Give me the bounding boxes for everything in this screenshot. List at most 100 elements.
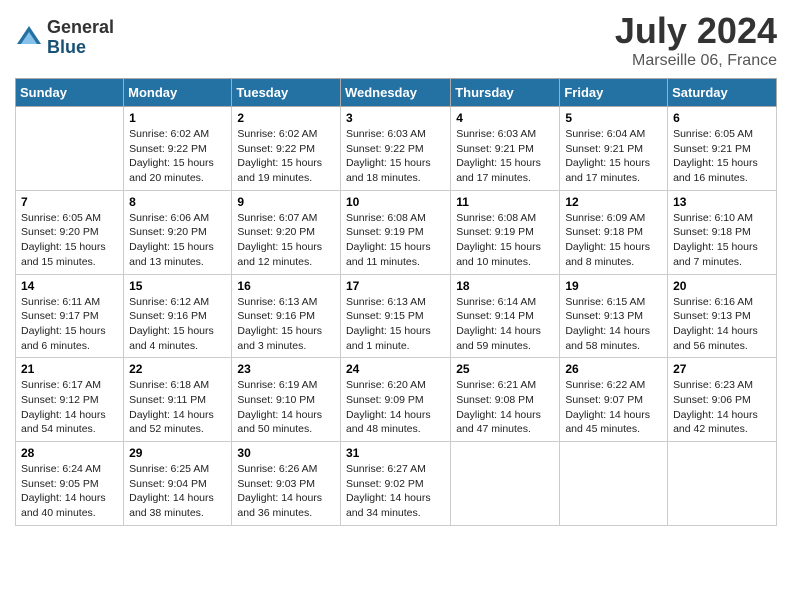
day-info: Sunrise: 6:04 AMSunset: 9:21 PMDaylight:… [565, 127, 662, 186]
day-number: 31 [346, 446, 445, 460]
day-info: Sunrise: 6:24 AMSunset: 9:05 PMDaylight:… [21, 462, 118, 521]
logo-text: General Blue [47, 18, 114, 58]
calendar-cell: 1 Sunrise: 6:02 AMSunset: 9:22 PMDaylight… [124, 107, 232, 191]
day-info: Sunrise: 6:20 AMSunset: 9:09 PMDaylight:… [346, 378, 445, 437]
calendar-cell: 16 Sunrise: 6:13 AMSunset: 9:16 PMDayligh… [232, 274, 341, 358]
calendar-cell: 7 Sunrise: 6:05 AMSunset: 9:20 PMDaylight… [16, 190, 124, 274]
day-number: 6 [673, 111, 771, 125]
day-info: Sunrise: 6:14 AMSunset: 9:14 PMDaylight:… [456, 295, 554, 354]
calendar-cell: 10 Sunrise: 6:08 AMSunset: 9:19 PMDayligh… [340, 190, 450, 274]
day-info: Sunrise: 6:03 AMSunset: 9:21 PMDaylight:… [456, 127, 554, 186]
header-day: Thursday [451, 79, 560, 107]
day-number: 2 [237, 111, 335, 125]
calendar: SundayMondayTuesdayWednesdayThursdayFrid… [15, 78, 777, 526]
day-info: Sunrise: 6:11 AMSunset: 9:17 PMDaylight:… [21, 295, 118, 354]
calendar-cell: 12 Sunrise: 6:09 AMSunset: 9:18 PMDayligh… [560, 190, 668, 274]
day-number: 26 [565, 362, 662, 376]
day-number: 15 [129, 279, 226, 293]
header-day: Sunday [16, 79, 124, 107]
day-info: Sunrise: 6:26 AMSunset: 9:03 PMDaylight:… [237, 462, 335, 521]
calendar-cell: 14 Sunrise: 6:11 AMSunset: 9:17 PMDayligh… [16, 274, 124, 358]
calendar-cell: 2 Sunrise: 6:02 AMSunset: 9:22 PMDaylight… [232, 107, 341, 191]
calendar-cell: 15 Sunrise: 6:12 AMSunset: 9:16 PMDayligh… [124, 274, 232, 358]
calendar-cell [451, 442, 560, 526]
day-info: Sunrise: 6:08 AMSunset: 9:19 PMDaylight:… [346, 211, 445, 270]
day-number: 27 [673, 362, 771, 376]
day-info: Sunrise: 6:13 AMSunset: 9:15 PMDaylight:… [346, 295, 445, 354]
calendar-cell: 20 Sunrise: 6:16 AMSunset: 9:13 PMDayligh… [668, 274, 777, 358]
calendar-cell: 31Sunrise: 6:27 AMSunset: 9:02 PMDayligh… [340, 442, 450, 526]
logo-blue: Blue [47, 38, 114, 58]
day-info: Sunrise: 6:25 AMSunset: 9:04 PMDaylight:… [129, 462, 226, 521]
location-title: Marseille 06, France [615, 52, 777, 70]
calendar-cell: 24 Sunrise: 6:20 AMSunset: 9:09 PMDayligh… [340, 358, 450, 442]
day-info: Sunrise: 6:18 AMSunset: 9:11 PMDaylight:… [129, 378, 226, 437]
month-title: July 2024 [615, 10, 777, 52]
day-number: 20 [673, 279, 771, 293]
day-number: 21 [21, 362, 118, 376]
calendar-cell: 28 Sunrise: 6:24 AMSunset: 9:05 PMDayligh… [16, 442, 124, 526]
calendar-cell: 23 Sunrise: 6:19 AMSunset: 9:10 PMDayligh… [232, 358, 341, 442]
day-number: 9 [237, 195, 335, 209]
day-number: 1 [129, 111, 226, 125]
day-info: Sunrise: 6:22 AMSunset: 9:07 PMDaylight:… [565, 378, 662, 437]
calendar-week-row: 14 Sunrise: 6:11 AMSunset: 9:17 PMDayligh… [16, 274, 777, 358]
header-day: Tuesday [232, 79, 341, 107]
day-info: Sunrise: 6:15 AMSunset: 9:13 PMDaylight:… [565, 295, 662, 354]
day-number: 25 [456, 362, 554, 376]
day-info: Sunrise: 6:16 AMSunset: 9:13 PMDaylight:… [673, 295, 771, 354]
calendar-cell: 17Sunrise: 6:13 AMSunset: 9:15 PMDayligh… [340, 274, 450, 358]
calendar-cell [668, 442, 777, 526]
header-day: Saturday [668, 79, 777, 107]
day-info: Sunrise: 6:05 AMSunset: 9:20 PMDaylight:… [21, 211, 118, 270]
logo-icon [15, 24, 43, 52]
calendar-cell [560, 442, 668, 526]
day-number: 7 [21, 195, 118, 209]
calendar-cell [16, 107, 124, 191]
day-number: 10 [346, 195, 445, 209]
calendar-cell: 30Sunrise: 6:26 AMSunset: 9:03 PMDayligh… [232, 442, 341, 526]
day-number: 16 [237, 279, 335, 293]
calendar-cell: 4 Sunrise: 6:03 AMSunset: 9:21 PMDaylight… [451, 107, 560, 191]
day-info: Sunrise: 6:05 AMSunset: 9:21 PMDaylight:… [673, 127, 771, 186]
calendar-cell: 25 Sunrise: 6:21 AMSunset: 9:08 PMDayligh… [451, 358, 560, 442]
day-number: 23 [237, 362, 335, 376]
calendar-cell: 18Sunrise: 6:14 AMSunset: 9:14 PMDayligh… [451, 274, 560, 358]
day-info: Sunrise: 6:13 AMSunset: 9:16 PMDaylight:… [237, 295, 335, 354]
header: General Blue July 2024 Marseille 06, Fra… [15, 10, 777, 70]
calendar-cell: 13Sunrise: 6:10 AMSunset: 9:18 PMDayligh… [668, 190, 777, 274]
day-info: Sunrise: 6:19 AMSunset: 9:10 PMDaylight:… [237, 378, 335, 437]
day-info: Sunrise: 6:02 AMSunset: 9:22 PMDaylight:… [129, 127, 226, 186]
day-info: Sunrise: 6:17 AMSunset: 9:12 PMDaylight:… [21, 378, 118, 437]
day-number: 5 [565, 111, 662, 125]
calendar-week-row: 7 Sunrise: 6:05 AMSunset: 9:20 PMDaylight… [16, 190, 777, 274]
calendar-cell: 9 Sunrise: 6:07 AMSunset: 9:20 PMDaylight… [232, 190, 341, 274]
logo: General Blue [15, 18, 114, 58]
day-number: 22 [129, 362, 226, 376]
day-number: 12 [565, 195, 662, 209]
day-info: Sunrise: 6:23 AMSunset: 9:06 PMDaylight:… [673, 378, 771, 437]
header-day: Friday [560, 79, 668, 107]
day-info: Sunrise: 6:02 AMSunset: 9:22 PMDaylight:… [237, 127, 335, 186]
day-number: 28 [21, 446, 118, 460]
day-info: Sunrise: 6:12 AMSunset: 9:16 PMDaylight:… [129, 295, 226, 354]
day-info: Sunrise: 6:09 AMSunset: 9:18 PMDaylight:… [565, 211, 662, 270]
day-number: 24 [346, 362, 445, 376]
day-info: Sunrise: 6:08 AMSunset: 9:19 PMDaylight:… [456, 211, 554, 270]
day-number: 29 [129, 446, 226, 460]
calendar-cell: 27 Sunrise: 6:23 AMSunset: 9:06 PMDayligh… [668, 358, 777, 442]
calendar-cell: 29 Sunrise: 6:25 AMSunset: 9:04 PMDayligh… [124, 442, 232, 526]
day-number: 4 [456, 111, 554, 125]
calendar-cell: 8Sunrise: 6:06 AMSunset: 9:20 PMDaylight… [124, 190, 232, 274]
day-info: Sunrise: 6:21 AMSunset: 9:08 PMDaylight:… [456, 378, 554, 437]
day-info: Sunrise: 6:07 AMSunset: 9:20 PMDaylight:… [237, 211, 335, 270]
day-number: 14 [21, 279, 118, 293]
day-number: 13 [673, 195, 771, 209]
calendar-cell: 21 Sunrise: 6:17 AMSunset: 9:12 PMDayligh… [16, 358, 124, 442]
calendar-cell: 5 Sunrise: 6:04 AMSunset: 9:21 PMDaylight… [560, 107, 668, 191]
title-area: July 2024 Marseille 06, France [615, 10, 777, 70]
calendar-week-row: 28 Sunrise: 6:24 AMSunset: 9:05 PMDayligh… [16, 442, 777, 526]
calendar-cell: 19Sunrise: 6:15 AMSunset: 9:13 PMDayligh… [560, 274, 668, 358]
calendar-header: SundayMondayTuesdayWednesdayThursdayFrid… [16, 79, 777, 107]
header-row: SundayMondayTuesdayWednesdayThursdayFrid… [16, 79, 777, 107]
